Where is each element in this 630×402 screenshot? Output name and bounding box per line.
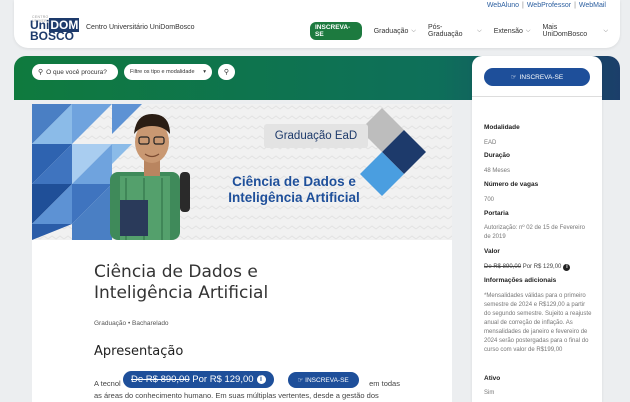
course-banner: Graduação EaD Ciência de Dados e Intelig… [32, 104, 452, 240]
ativo-value: Sim [484, 390, 495, 396]
top-links: WebAluno | WebProfessor | WebMail [487, 2, 606, 9]
floating-price-bar: De R$ 890,00 Por R$ 129,00 i ☞ INSCREVA-S… [123, 371, 359, 388]
modalidade-value: EAD [484, 140, 497, 146]
new-price: Por R$ 129,00 [192, 374, 254, 385]
course-subtitle: Graduação • Bacharelado [94, 320, 169, 327]
banner-title: Ciência de Dados e Inteligência Artifici… [204, 174, 384, 206]
nav-graduacao[interactable]: Graduação ⌵ [374, 28, 416, 35]
floating-subscribe-button[interactable]: ☞ INSCREVA-SE [287, 371, 359, 388]
duracao-label: Duração [484, 152, 511, 159]
search-placeholder: O que você procura? [46, 68, 107, 76]
chevron-down-icon: ⌵ [525, 27, 531, 34]
nav-mais[interactable]: Mais UniDomBosco ⌵ [542, 24, 608, 38]
logo-line2: BOSCO [30, 29, 75, 43]
modalidade-label: Modalidade [484, 124, 520, 131]
chevron-down-icon: ⌵ [411, 27, 416, 34]
filter-label: Filtre os tipo e modalidade [130, 69, 195, 75]
ativo-label: Ativo [484, 375, 501, 382]
valor-label: Valor [484, 248, 500, 255]
sidebar-cta-label: INSCREVA-SE [519, 73, 564, 81]
portaria-value: Autorização: nº 02 de 15 de Fevereiro de… [484, 225, 585, 240]
link-webprofessor[interactable]: WebProfessor [527, 2, 571, 9]
vagas-value: 700 [484, 197, 495, 203]
sidebar-subscribe-button[interactable]: ☞ INSCREVA-SE [484, 68, 590, 86]
main-nav: INSCREVA-SE Graduação ⌵ Pós-Graduação ⌵ Ex… [310, 22, 620, 40]
floating-cta-label: INSCREVA-SE [305, 376, 349, 384]
info-icon[interactable]: i [563, 264, 571, 271]
link-webaluno[interactable]: WebAluno [487, 2, 519, 9]
banner-badge: Graduação EaD [264, 124, 368, 148]
old-price: De R$ 890,00 [484, 264, 522, 270]
main-content: Graduação EaD Ciência de Dados e Intelig… [32, 104, 452, 402]
banner-badge-label: Graduação EaD [274, 130, 358, 142]
search-button[interactable]: ⚲ [218, 64, 235, 80]
info-value: *Mensalidades válidas para o primeiro se… [484, 293, 592, 353]
search-icon: ⚲ [38, 69, 44, 76]
chevron-down-icon: ⌵ [477, 27, 482, 34]
para-fragment: A tecnol [94, 379, 121, 388]
logo[interactable]: CENTRO UNIVERSITÁRIO UniDOM BOSCO [30, 15, 80, 43]
section-heading: Apresentação [94, 344, 184, 359]
new-price: Por R$ 129,00 [522, 264, 562, 270]
search-icon: ⚲ [223, 69, 230, 76]
search-input[interactable]: ⚲ O que você procura? [32, 64, 118, 80]
link-webmail[interactable]: WebMail [579, 2, 606, 9]
header-subscribe-button[interactable]: INSCREVA-SE [310, 22, 362, 40]
floating-price[interactable]: De R$ 890,00 Por R$ 129,00 i [123, 371, 274, 388]
nav-label: Extensão [493, 27, 523, 35]
separator: | [522, 2, 524, 9]
banner-title-line2: Inteligência Artificial [228, 190, 360, 205]
separator: | [574, 2, 576, 9]
valor-value: De R$ 890,00 Por R$ 129,00 i [484, 263, 592, 272]
course-sidebar: ☞ INSCREVA-SE Modalidade EAD Duração 48 M… [472, 56, 602, 402]
banner-title-line1: Ciência de Dados e [232, 174, 356, 189]
vagas-label: Número de vagas [484, 181, 539, 188]
nav-label: Graduação [373, 27, 409, 35]
duracao-value: 48 Meses [484, 168, 511, 174]
nav-label: Pós-Graduação [427, 24, 463, 38]
chevron-down-icon: ⌵ [603, 27, 608, 34]
portaria-label: Portaria [484, 210, 509, 217]
top-header: WebAluno | WebProfessor | WebMail CENTRO UNI… [14, 0, 620, 48]
course-title: Ciência de Dados e Inteligência Artifici… [94, 262, 269, 303]
nav-label: Mais UniDomBosco [542, 24, 588, 38]
institution-name: Centro Universitário UniDomBosco [86, 24, 195, 31]
nav-pos-graduacao[interactable]: Pós-Graduação ⌵ [428, 24, 482, 38]
info-label: Informações adicionais [484, 277, 557, 284]
info-icon[interactable]: i [256, 375, 266, 384]
hand-icon: ☞ [510, 74, 517, 81]
old-price: De R$ 890,00 [131, 374, 190, 385]
divider [472, 96, 602, 97]
chevron-down-icon: ▾ [203, 69, 206, 75]
filter-select[interactable]: Filtre os tipo e modalidade ▾ [124, 64, 212, 80]
para-fragment: em todas [369, 379, 400, 388]
para-line2: as áreas do conhecimento humano. Em suas… [94, 391, 379, 400]
nav-extensao[interactable]: Extensão ⌵ [494, 28, 531, 35]
banner-graphic [32, 104, 452, 240]
